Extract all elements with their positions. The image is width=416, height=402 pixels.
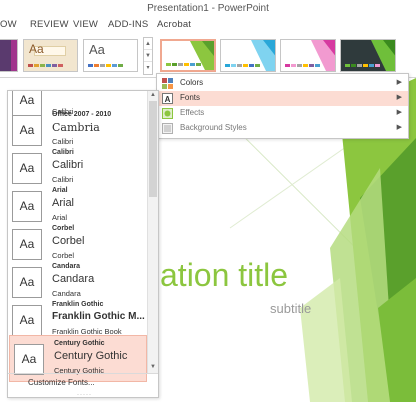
variant-color-bars xyxy=(345,64,380,67)
gallery-more-icon[interactable]: ▾ xyxy=(144,62,152,74)
menu-item-effects[interactable]: Effects ▶ xyxy=(158,106,408,121)
font-name: Corbel xyxy=(52,225,75,232)
ribbon: Aa Aa ▲ ▼ ▾ xyxy=(0,34,416,78)
variant-thumb-blue[interactable] xyxy=(220,39,276,72)
tab-acrobat[interactable]: Acrobat xyxy=(157,19,191,30)
fonts-panel: Aa Calibri Aa Office 2007 - 2010 Cambria… xyxy=(7,90,159,398)
font-major: Calibri xyxy=(52,159,84,171)
menu-item-label: Colors xyxy=(180,78,204,87)
variant-art xyxy=(190,41,214,70)
theme-thumb-text: Aa xyxy=(29,42,44,56)
variants-menu: Colors ▶ A Fonts ▶ Effects ▶ Background … xyxy=(156,73,409,139)
tab-add-ins[interactable]: ADD-INS xyxy=(108,19,148,30)
fonts-scrollbar[interactable]: ▲ ▼ xyxy=(147,91,158,373)
ribbon-tabs: OW REVIEW VIEW ADD-INS Acrobat xyxy=(0,17,416,34)
font-name: Franklin Gothic xyxy=(52,301,104,308)
variant-color-bars xyxy=(285,64,320,67)
submenu-arrow-icon: ▶ xyxy=(396,79,402,86)
theme-color-bars xyxy=(28,64,63,67)
font-name: Arial xyxy=(52,187,68,194)
menu-item-label: Effects xyxy=(180,108,205,117)
theme-thumb-partial[interactable] xyxy=(0,39,18,72)
gallery-scroll[interactable]: ▲ ▼ ▾ xyxy=(143,37,153,75)
theme-thumb-art xyxy=(0,40,17,71)
gallery-down-icon[interactable]: ▼ xyxy=(144,50,152,62)
gallery-up-icon[interactable]: ▲ xyxy=(144,38,152,50)
customize-fonts[interactable]: Customize Fonts... ····· xyxy=(8,373,158,397)
submenu-arrow-icon: ▶ xyxy=(396,109,402,116)
font-a-icon: A xyxy=(162,93,173,104)
variant-thumb-pink[interactable] xyxy=(280,39,336,72)
effects-icon xyxy=(162,108,173,119)
font-name: Office 2007 - 2010 xyxy=(52,111,112,118)
menu-item-label: Fonts xyxy=(180,93,201,102)
submenu-arrow-icon: ▶ xyxy=(396,94,402,101)
customize-fonts-label: Customize Fonts... xyxy=(28,378,95,387)
font-preview-icon: Aa xyxy=(12,115,42,146)
font-major: Cambria xyxy=(52,121,100,134)
variant-color-bars xyxy=(225,64,260,67)
tab-view[interactable]: VIEW xyxy=(73,19,98,30)
font-preview-icon: Aa xyxy=(12,229,42,260)
theme-thumb-2[interactable]: Aa xyxy=(23,39,78,72)
variant-color-bars xyxy=(166,63,201,66)
scroll-down-icon[interactable]: ▼ xyxy=(149,363,157,371)
theme-color-bars xyxy=(88,64,123,67)
background-styles-icon xyxy=(162,123,173,134)
variant-thumb-green[interactable] xyxy=(160,39,216,72)
palette-icon xyxy=(162,78,173,89)
scroll-thumb[interactable] xyxy=(149,101,157,197)
theme-thumb-text: Aa xyxy=(89,42,105,57)
font-preview-icon: Aa xyxy=(12,191,42,222)
font-major: Century Gothic xyxy=(54,350,128,362)
font-name: Century Gothic xyxy=(54,340,105,347)
menu-item-label: Background Styles xyxy=(180,123,247,132)
theme-thumb-3[interactable]: Aa xyxy=(83,39,138,72)
tab-slideshow[interactable]: OW xyxy=(0,19,17,30)
slide-subtitle[interactable]: subtitle xyxy=(270,301,311,316)
tab-review[interactable]: REVIEW xyxy=(30,19,69,30)
variant-art xyxy=(251,40,275,71)
title-bar: Presentation1 - PowerPoint xyxy=(0,0,416,17)
font-major: Corbel xyxy=(52,235,85,247)
font-preview-icon: Aa xyxy=(14,344,44,375)
variant-art xyxy=(371,40,395,71)
menu-item-fonts[interactable]: A Fonts ▶ xyxy=(158,91,408,106)
font-preview-icon: Aa xyxy=(12,267,42,298)
slide-title[interactable]: ation title xyxy=(160,257,288,294)
font-preview-icon: Aa xyxy=(12,153,42,184)
window-title: Presentation1 - PowerPoint xyxy=(147,3,269,14)
font-major: Franklin Gothic M... xyxy=(52,311,145,322)
font-preview-icon: Aa xyxy=(12,305,42,336)
submenu-arrow-icon: ▶ xyxy=(396,124,402,131)
variant-art xyxy=(311,40,335,71)
menu-item-background-styles[interactable]: Background Styles ▶ xyxy=(158,121,408,136)
variant-thumb-dark[interactable] xyxy=(340,39,396,72)
font-name: Calibri xyxy=(52,149,74,156)
menu-item-colors[interactable]: Colors ▶ xyxy=(158,76,408,91)
font-major: Arial xyxy=(52,197,75,209)
font-major: Candara xyxy=(52,273,95,285)
scroll-up-icon[interactable]: ▲ xyxy=(149,91,157,99)
font-name: Candara xyxy=(52,263,81,270)
resize-grip-icon[interactable]: ····· xyxy=(77,392,92,397)
